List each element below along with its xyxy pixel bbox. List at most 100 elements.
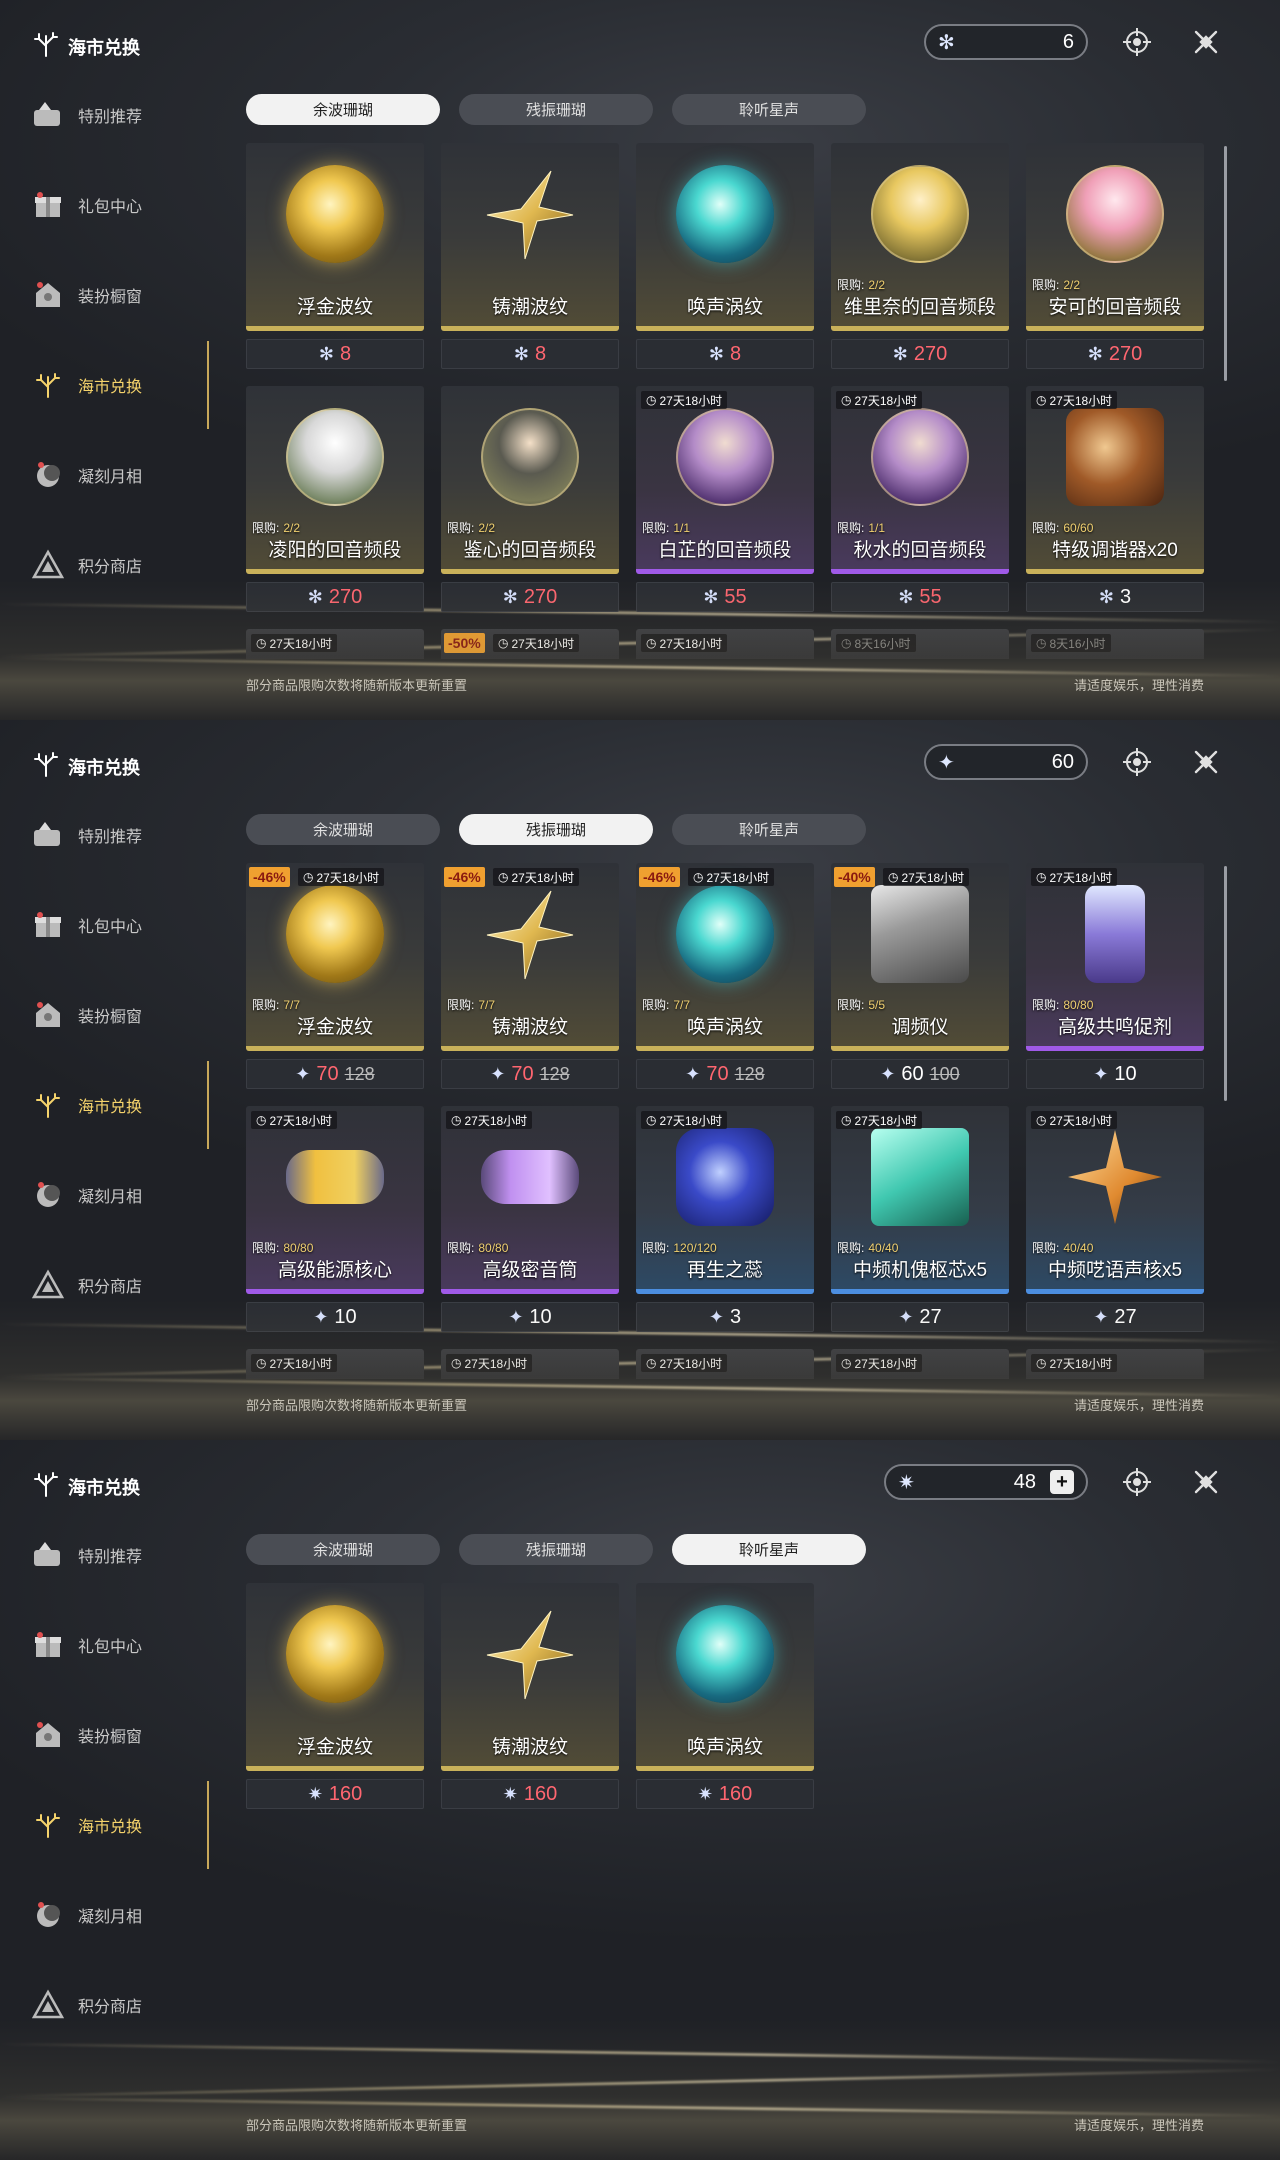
price-button[interactable]: ✦ 27: [831, 1302, 1009, 1332]
price-button[interactable]: ✻ 8: [636, 339, 814, 369]
sidebar-item[interactable]: 装扮橱窗: [28, 1715, 142, 1755]
price-button[interactable]: ✷ 160: [441, 1779, 619, 1809]
price-button[interactable]: ✻ 8: [246, 339, 424, 369]
shop-item-card-partial[interactable]: ◷ 27天18小时: [831, 1349, 1009, 1379]
shop-item-card-partial[interactable]: ◷ 27天18小时: [1026, 1349, 1204, 1379]
purchase-limit: 限购: 2/2: [1032, 276, 1080, 293]
price-button[interactable]: ✷ 160: [636, 1779, 814, 1809]
price-button[interactable]: ✷ 160: [246, 1779, 424, 1809]
shop-item-card[interactable]: 限购: 2/2 安可的回音频段 ✻ 270: [1026, 143, 1204, 369]
sidebar-item[interactable]: 特别推荐: [28, 815, 142, 855]
sidebar-item[interactable]: 凝刻月相: [28, 1175, 142, 1215]
tab-1[interactable]: 余波珊瑚: [246, 814, 440, 845]
sidebar-item[interactable]: 礼包中心: [28, 185, 142, 225]
sidebar-item[interactable]: 海市兑换: [28, 365, 142, 405]
purchase-limit-label: 限购:: [642, 998, 670, 1012]
shop-item-card[interactable]: 浮金波纹 ✷ 160: [246, 1583, 424, 1809]
sidebar-item-label: 礼包中心: [78, 1639, 143, 1656]
tab-2[interactable]: 残振珊瑚: [459, 94, 653, 125]
sidebar-item[interactable]: 装扮橱窗: [28, 275, 142, 315]
tab-2[interactable]: 残振珊瑚: [459, 1534, 653, 1565]
shop-item-card[interactable]: ◷ 27天18小时 限购: 80/80 高级共鸣促剂 ✦ 10: [1026, 863, 1204, 1089]
rarity-strip: [636, 1046, 814, 1051]
shop-item-card-partial[interactable]: ◷ 27天18小时: [246, 629, 424, 659]
sidebar-item[interactable]: 装扮橱窗: [28, 995, 142, 1035]
shop-item-card-partial[interactable]: ◷ 27天18小时: [246, 1349, 424, 1379]
add-currency-button[interactable]: +: [1050, 1470, 1074, 1494]
sidebar-item[interactable]: 积分商店: [28, 1265, 142, 1305]
sidebar-item[interactable]: 礼包中心: [28, 905, 142, 945]
target-icon[interactable]: [1117, 22, 1157, 62]
price-button[interactable]: ✦ 70 128: [636, 1059, 814, 1089]
shop-item-card[interactable]: 限购: 2/2 凌阳的回音频段 ✻ 270: [246, 386, 424, 612]
shop-item-card[interactable]: 限购: 2/2 鉴心的回音频段 ✻ 270: [441, 386, 619, 612]
shop-item-card[interactable]: ◷ 27天18小时 限购: 1/1 白芷的回音频段 ✻ 55: [636, 386, 814, 612]
scrollbar[interactable]: [1224, 146, 1227, 381]
price-button[interactable]: ✻ 270: [246, 582, 424, 612]
sidebar-item[interactable]: 礼包中心: [28, 1625, 142, 1665]
shop-item-card[interactable]: ◷ 27天18小时 限购: 1/1 秋水的回音频段 ✻ 55: [831, 386, 1009, 612]
price-button[interactable]: ✻ 3: [1026, 582, 1204, 612]
shop-item-card[interactable]: -46% ◷ 27天18小时 限购: 7/7 铸潮波纹 ✦ 70 128: [441, 863, 619, 1089]
price-button[interactable]: ✦ 10: [441, 1302, 619, 1332]
price-button[interactable]: ✦ 70 128: [441, 1059, 619, 1089]
tab-1[interactable]: 余波珊瑚: [246, 1534, 440, 1565]
tab-3[interactable]: 聆听星声: [672, 814, 866, 845]
shop-item-card[interactable]: ◷ 27天18小时 限购: 40/40 中频机傀枢芯x5 ✦ 27: [831, 1106, 1009, 1332]
price-button[interactable]: ✦ 70 128: [246, 1059, 424, 1089]
price-button[interactable]: ✻ 55: [636, 582, 814, 612]
tab-1[interactable]: 余波珊瑚: [246, 94, 440, 125]
shop-item-card[interactable]: ◷ 27天18小时 限购: 40/40 中频呓语声核x5 ✦ 27: [1026, 1106, 1204, 1332]
sidebar-item[interactable]: 海市兑换: [28, 1805, 142, 1845]
shop-item-card[interactable]: ◷ 27天18小时 限购: 120/120 再生之蕊 ✦ 3: [636, 1106, 814, 1332]
price-button[interactable]: ✻ 270: [441, 582, 619, 612]
shop-item-card-partial[interactable]: ◷ 27天18小时: [636, 629, 814, 659]
shop-item-card[interactable]: 限购: 2/2 维里奈的回音频段 ✻ 270: [831, 143, 1009, 369]
page-title: 海市兑换: [32, 30, 140, 63]
scrollbar[interactable]: [1224, 866, 1227, 1101]
sidebar-item[interactable]: 特别推荐: [28, 1535, 142, 1575]
target-icon[interactable]: [1117, 1462, 1157, 1502]
shop-item-card[interactable]: 铸潮波纹 ✻ 8: [441, 143, 619, 369]
price-button[interactable]: ✦ 10: [246, 1302, 424, 1332]
sidebar-item[interactable]: 积分商店: [28, 545, 142, 585]
shop-item-card[interactable]: -46% ◷ 27天18小时 限购: 7/7 浮金波纹 ✦ 70 128: [246, 863, 424, 1089]
shop-item-card[interactable]: -40% ◷ 27天18小时 限购: 5/5 调频仪 ✦ 60 100: [831, 863, 1009, 1089]
close-icon[interactable]: [1186, 22, 1226, 62]
shop-item-card[interactable]: ◷ 27天18小时 限购: 80/80 高级能源核心 ✦ 10: [246, 1106, 424, 1332]
price-button[interactable]: ✻ 270: [831, 339, 1009, 369]
tab-3[interactable]: 聆听星声: [672, 1534, 866, 1565]
shop-item-card-partial[interactable]: ◷ 27天18小时: [441, 1349, 619, 1379]
price-button[interactable]: ✻ 8: [441, 339, 619, 369]
sidebar-item[interactable]: 海市兑换: [28, 1085, 142, 1125]
tab-3[interactable]: 聆听星声: [672, 94, 866, 125]
price-button[interactable]: ✦ 60 100: [831, 1059, 1009, 1089]
purchase-limit-label: 限购:: [642, 1241, 670, 1255]
close-icon[interactable]: [1186, 1462, 1226, 1502]
sidebar-item[interactable]: 积分商店: [28, 1985, 142, 2025]
target-icon[interactable]: [1117, 742, 1157, 782]
price-button[interactable]: ✻ 270: [1026, 339, 1204, 369]
close-icon[interactable]: [1186, 742, 1226, 782]
sidebar-item[interactable]: 特别推荐: [28, 95, 142, 135]
sidebar-item[interactable]: 凝刻月相: [28, 455, 142, 495]
shop-item-card[interactable]: 浮金波纹 ✻ 8: [246, 143, 424, 369]
shop-item-card[interactable]: ◷ 27天18小时 限购: 80/80 高级密音筒 ✦ 10: [441, 1106, 619, 1332]
shop-item-card-partial[interactable]: ◷ 27天18小时: [636, 1349, 814, 1379]
price-button[interactable]: ✻ 55: [831, 582, 1009, 612]
shop-item-card-partial[interactable]: -50% ◷ 27天18小时: [441, 629, 619, 659]
price-button[interactable]: ✦ 10: [1026, 1059, 1204, 1089]
shop-item-card[interactable]: 铸潮波纹 ✷ 160: [441, 1583, 619, 1809]
price-button[interactable]: ✦ 27: [1026, 1302, 1204, 1332]
shop-item-card[interactable]: 唤声涡纹 ✻ 8: [636, 143, 814, 369]
tab-2[interactable]: 残振珊瑚: [459, 814, 653, 845]
sidebar-item[interactable]: 凝刻月相: [28, 1895, 142, 1935]
shop-item-card[interactable]: -46% ◷ 27天18小时 限购: 7/7 唤声涡纹 ✦ 70 128: [636, 863, 814, 1089]
timer-badge: ◷ 27天18小时: [883, 868, 970, 886]
shop-item-card-partial[interactable]: ◷ 8天16小时: [1026, 629, 1204, 659]
currency-value: 60: [1051, 750, 1074, 773]
shop-item-card[interactable]: 唤声涡纹 ✷ 160: [636, 1583, 814, 1809]
shop-item-card-partial[interactable]: ◷ 8天16小时: [831, 629, 1009, 659]
price-button[interactable]: ✦ 3: [636, 1302, 814, 1332]
shop-item-card[interactable]: ◷ 27天18小时 限购: 60/60 特级调谐器x20 ✻ 3: [1026, 386, 1204, 612]
